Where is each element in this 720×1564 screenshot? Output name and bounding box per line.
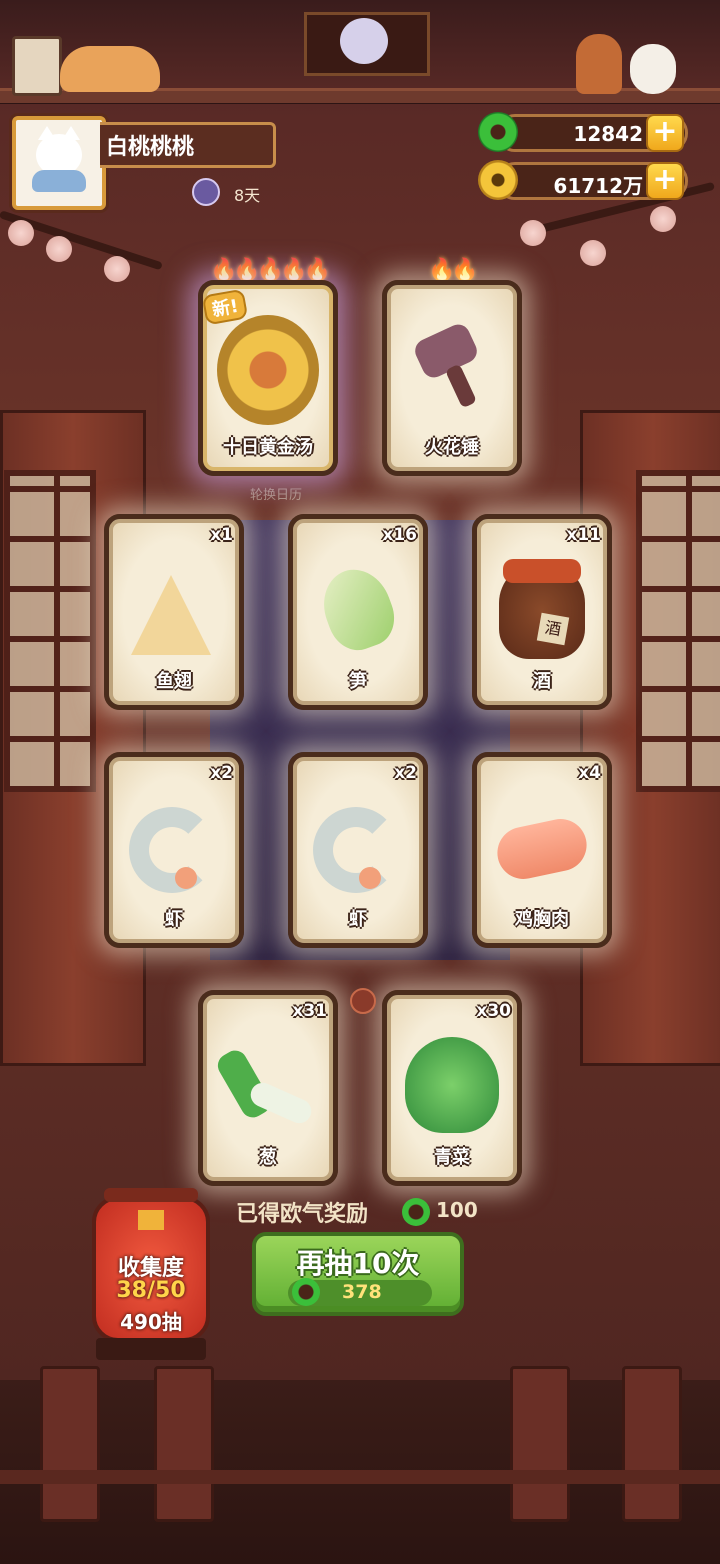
blossom (8, 220, 34, 246)
card-label: 鸡胸肉 (515, 909, 569, 930)
card-label: 虾 (349, 909, 367, 930)
chicken-breast-icon (492, 814, 592, 884)
cat-body (32, 170, 86, 192)
card-label: 虾 (165, 909, 183, 930)
card-shrimp[interactable]: x2 虾 (288, 752, 428, 948)
lantern-stand (96, 1338, 206, 1360)
lantern-tag (138, 1210, 164, 1230)
companion-avatar-icon[interactable] (192, 178, 220, 206)
cat-figurine-right (630, 44, 676, 94)
card-bok-choy[interactable]: x30 青菜 (382, 990, 522, 1186)
reward-value: 100 (436, 1198, 478, 1222)
blossom (46, 236, 72, 262)
jade-amount: 12842 (573, 122, 643, 146)
blossom (580, 240, 606, 266)
portrait-icon (340, 18, 388, 64)
card-scallion[interactable]: x31 葱 (198, 990, 338, 1186)
railing-post (154, 1366, 214, 1522)
item-count: x1 (210, 525, 233, 545)
collection-lantern[interactable]: 收集度 38/50 490抽 (92, 1188, 210, 1342)
card-label: 鱼翅 (156, 671, 192, 692)
railing-post (510, 1366, 570, 1522)
item-count: x31 (292, 1001, 327, 1021)
hammer-handle (444, 363, 478, 409)
railing-post (40, 1366, 100, 1522)
figurine-right (576, 34, 622, 94)
jade-icon (292, 1278, 320, 1306)
collection-progress: 38/50 (116, 1278, 186, 1303)
item-count: x11 (566, 525, 601, 545)
card-label: 葱 (259, 1147, 277, 1168)
item-count: x2 (210, 763, 233, 783)
background-caption: 轮换日历 (250, 488, 303, 503)
blossom (650, 206, 676, 232)
jade-icon (478, 112, 518, 152)
shrimp-tail (175, 867, 197, 889)
item-count: x4 (578, 763, 601, 783)
lantern-cap (104, 1188, 198, 1202)
shrimp-tail (359, 867, 381, 889)
hanging-scroll-left (12, 36, 62, 96)
center-ornament-icon (350, 988, 376, 1014)
card-wine[interactable]: x11 酒 酒 (472, 514, 612, 710)
right-window (636, 470, 720, 792)
jade-icon (402, 1198, 430, 1226)
jar-lid (503, 559, 581, 583)
card-shark-fin[interactable]: x1 鱼翅 (104, 514, 244, 710)
add-jade-button[interactable]: + (646, 114, 684, 152)
golden-soup-icon (217, 315, 319, 425)
card-label: 火花锤 (425, 437, 479, 458)
item-count: x30 (476, 1001, 511, 1021)
jar-label: 酒 (536, 612, 570, 646)
blossom (520, 220, 546, 246)
item-count: x16 (382, 525, 417, 545)
railing-bar (0, 1470, 720, 1484)
card-label: 十日黄金汤 (223, 437, 313, 458)
reward-text: 已得欧气奖励 (236, 1202, 369, 1227)
player-name: 白桃桃桃 (100, 122, 276, 168)
shrimp-icon (313, 807, 399, 893)
card-chicken-breast[interactable]: x4 鸡胸肉 (472, 752, 612, 948)
total-draws: 490抽 (120, 1310, 182, 1334)
draw-again-button[interactable]: 再抽10次 378 (252, 1232, 464, 1316)
cat-figurine-left (60, 46, 160, 92)
days-count: 8天 (234, 186, 261, 205)
bok-choy-icon (405, 1037, 499, 1133)
card-shrimp[interactable]: x2 虾 (104, 752, 244, 948)
bamboo-shoot-icon (313, 560, 403, 658)
item-count: x2 (394, 763, 417, 783)
add-coins-button[interactable]: + (646, 162, 684, 200)
shark-fin-icon (131, 575, 211, 655)
card-label: 酒 (533, 671, 551, 692)
card-bamboo-shoot[interactable]: x16 笋 (288, 514, 428, 710)
draw-cost: 378 (342, 1281, 382, 1303)
railing-post (622, 1366, 682, 1522)
card-label: 笋 (349, 671, 367, 692)
draw-again-label: 再抽10次 (296, 1247, 420, 1280)
coin-amount: 61712万 (553, 174, 643, 198)
cost-pill: 378 (288, 1278, 432, 1306)
left-window (4, 470, 96, 792)
blossom (104, 256, 130, 282)
scallion-stalk (246, 1079, 316, 1127)
card-spark-hammer[interactable]: 火花锤 (382, 280, 522, 476)
shrimp-icon (129, 807, 215, 893)
coin-icon (478, 160, 518, 200)
card-label: 青菜 (434, 1147, 470, 1168)
player-avatar[interactable] (12, 116, 106, 210)
